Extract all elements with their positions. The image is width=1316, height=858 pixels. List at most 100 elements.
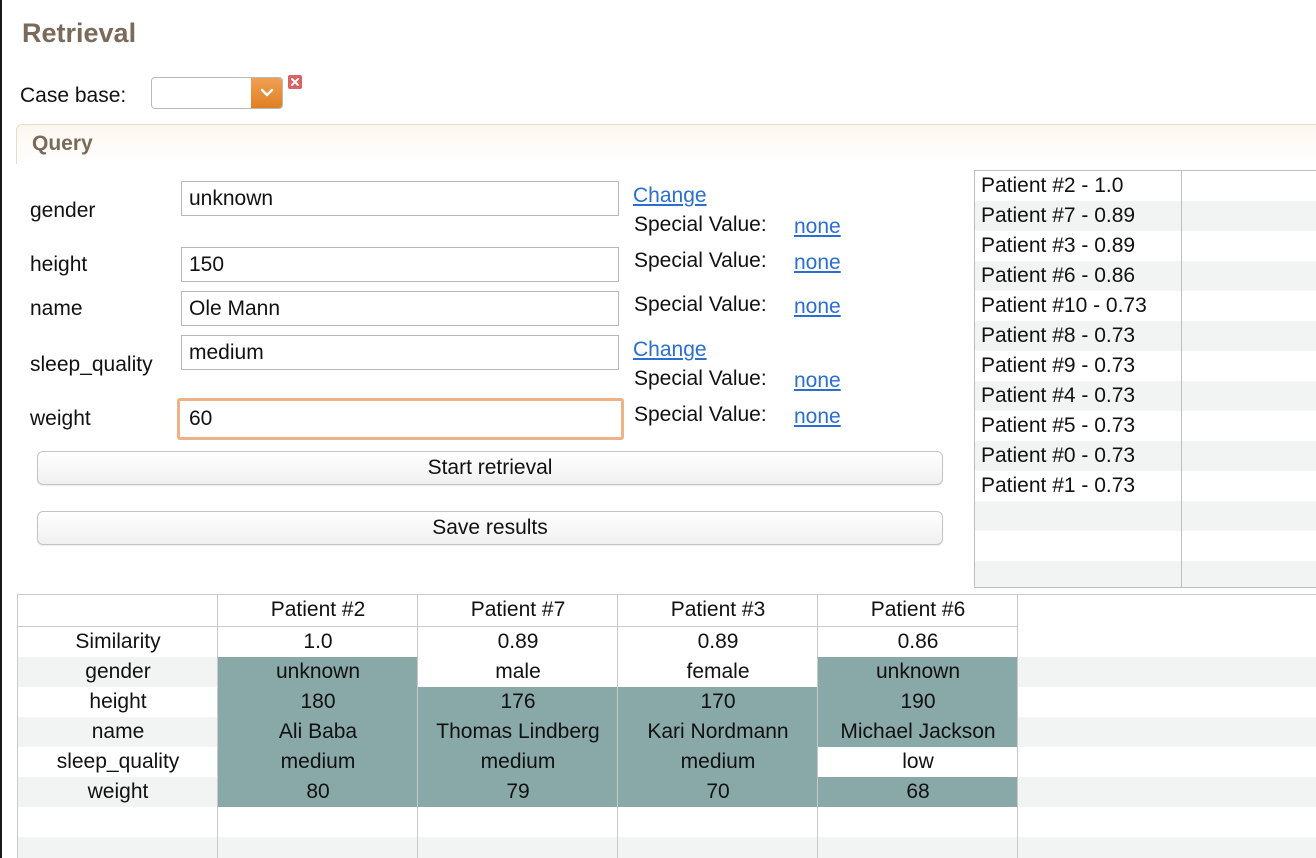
window-edge (0, 0, 2, 858)
weight-special-value-link[interactable]: none (794, 405, 841, 429)
list-item[interactable]: Patient #5 - 0.73 (975, 411, 1316, 441)
column-divider (417, 595, 418, 858)
column-header[interactable]: Patient #7 (418, 595, 618, 625)
list-item[interactable]: Patient #0 - 0.73 (975, 441, 1316, 471)
query-panel-header (16, 124, 1316, 164)
case-base-label: Case base: (20, 84, 127, 107)
chevron-down-icon[interactable] (251, 78, 282, 108)
list-item-label: Patient #0 - 0.73 (981, 444, 1136, 467)
list-item-label: Patient #2 - 1.0 (981, 174, 1124, 197)
list-item[interactable]: Patient #8 - 0.73 (975, 321, 1316, 351)
list-item-label: Patient #10 - 0.73 (981, 294, 1147, 317)
list-item[interactable]: Patient #9 - 0.73 (975, 351, 1316, 381)
list-item[interactable]: Patient #10 - 0.73 (975, 291, 1316, 321)
row-label: name (91, 720, 145, 743)
panel-title: Retrieval (22, 18, 137, 48)
table-cell-match: Ali Baba (218, 717, 418, 747)
field-label-name: name (30, 297, 83, 320)
sleep-quality-special-value-link[interactable]: none (794, 369, 841, 393)
gender-special-value-label: Special Value: (634, 213, 767, 236)
comparison-table: Patient #2 Patient #7 Patient #3 Patient… (17, 594, 1316, 858)
weight-field[interactable]: 60 (177, 398, 624, 440)
field-label-gender: gender (30, 199, 96, 222)
row-label: Similarity (75, 630, 161, 653)
list-item[interactable]: Patient #4 - 0.73 (975, 381, 1316, 411)
column-divider (1181, 171, 1182, 587)
table-cell-match: unknown (218, 657, 418, 687)
table-cell: female (618, 657, 818, 687)
table-cell-match: medium (218, 747, 418, 777)
list-item-label: Patient #7 - 0.89 (981, 204, 1136, 227)
list-item[interactable]: Patient #6 - 0.86 (975, 261, 1316, 291)
table-header-corner (18, 595, 218, 625)
table-row: gender unknown male female unknown (18, 657, 1316, 687)
table-row: sleep_quality medium medium medium low (18, 747, 1316, 777)
column-divider (1017, 595, 1018, 858)
list-item[interactable]: Patient #3 - 0.89 (975, 231, 1316, 261)
table-cell-match: Thomas Lindberg (418, 717, 618, 747)
table-cell-match: unknown (818, 657, 1018, 687)
list-item-label: Patient #1 - 0.73 (981, 474, 1136, 497)
gender-field[interactable]: unknown (181, 181, 619, 216)
list-empty-row (975, 561, 1316, 587)
column-divider (817, 595, 818, 858)
table-cell: 0.89 (697, 630, 739, 653)
table-empty-row (18, 807, 1316, 837)
sleep-quality-field[interactable]: medium (181, 335, 619, 370)
table-cell: 0.86 (897, 630, 939, 653)
row-label: weight (87, 780, 149, 803)
table-cell-match: 170 (618, 687, 818, 717)
table-cell: 0.89 (497, 630, 539, 653)
name-special-value-link[interactable]: none (794, 295, 841, 319)
height-special-value-label: Special Value: (634, 249, 767, 272)
sleep-quality-change-link[interactable]: Change (633, 338, 707, 362)
table-cell-match: 176 (418, 687, 618, 717)
list-item-label: Patient #9 - 0.73 (981, 354, 1136, 377)
sleep-quality-special-value-label: Special Value: (634, 367, 767, 390)
gender-special-value-link[interactable]: none (794, 215, 841, 239)
height-field[interactable]: 150 (181, 247, 619, 282)
table-empty-row (18, 837, 1316, 858)
table-cell-match: 70 (618, 777, 818, 807)
table-cell-match: medium (618, 747, 818, 777)
results-list[interactable]: Patient #2 - 1.0 Patient #7 - 0.89 Patie… (974, 170, 1316, 588)
case-base-dropdown[interactable] (151, 77, 283, 109)
table-cell-match: Michael Jackson (818, 717, 1018, 747)
list-item[interactable]: Patient #2 - 1.0 (975, 171, 1316, 201)
column-header[interactable]: Patient #2 (218, 595, 418, 625)
column-header[interactable]: Patient #6 (818, 595, 1018, 625)
name-special-value-label: Special Value: (634, 293, 767, 316)
table-cell: male (418, 657, 618, 687)
column-header[interactable]: Patient #3 (618, 595, 818, 625)
table-cell-match: 68 (818, 777, 1018, 807)
table-cell-match: 80 (218, 777, 418, 807)
gender-change-link[interactable]: Change (633, 184, 707, 208)
list-item-label: Patient #6 - 0.86 (981, 264, 1136, 287)
clear-case-base-icon[interactable] (288, 75, 302, 89)
field-label-weight: weight (30, 407, 91, 430)
row-label: height (89, 690, 147, 713)
row-label: gender (85, 660, 151, 683)
save-results-button[interactable]: Save results (37, 511, 943, 545)
height-special-value-link[interactable]: none (794, 251, 841, 275)
column-divider (617, 595, 618, 858)
list-empty-row (975, 531, 1316, 561)
list-item[interactable]: Patient #1 - 0.73 (975, 471, 1316, 501)
column-divider (217, 595, 218, 858)
list-item-label: Patient #4 - 0.73 (981, 384, 1136, 407)
weight-special-value-label: Special Value: (634, 403, 767, 426)
list-item-label: Patient #3 - 0.89 (981, 234, 1136, 257)
start-retrieval-button[interactable]: Start retrieval (37, 451, 943, 485)
table-header-row: Patient #2 Patient #7 Patient #3 Patient… (18, 595, 1316, 625)
query-title: Query (32, 132, 93, 155)
name-field[interactable]: Ole Mann (181, 291, 619, 326)
row-label: sleep_quality (56, 750, 180, 773)
list-item-label: Patient #8 - 0.73 (981, 324, 1136, 347)
field-label-height: height (30, 253, 88, 276)
list-empty-row (975, 501, 1316, 531)
table-row: Similarity 1.0 0.89 0.89 0.86 (18, 627, 1316, 657)
table-cell-match: 180 (218, 687, 418, 717)
field-label-sleep-quality: sleep_quality (30, 353, 153, 376)
list-item[interactable]: Patient #7 - 0.89 (975, 201, 1316, 231)
table-cell: 1.0 (303, 630, 333, 653)
